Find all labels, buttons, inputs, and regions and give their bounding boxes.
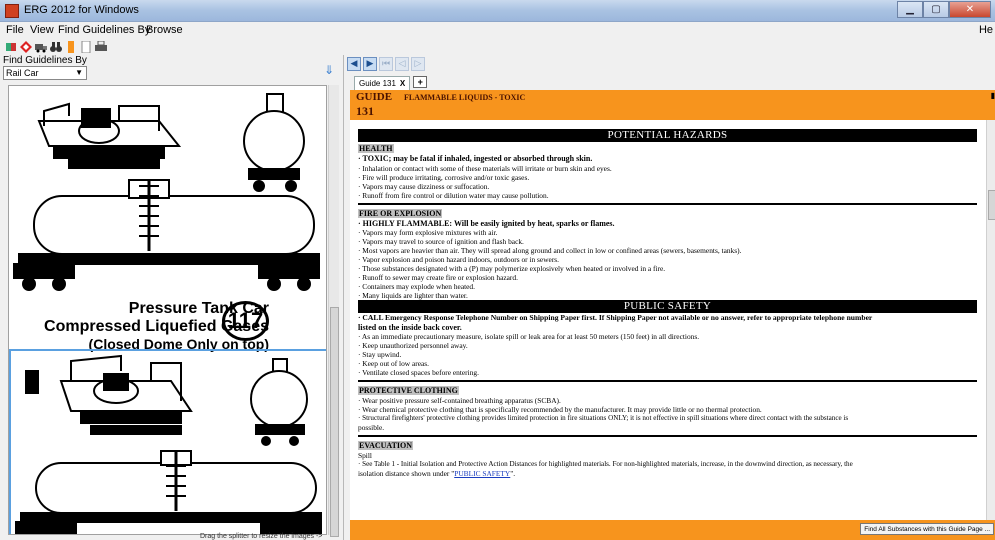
maximize-button[interactable]: ▢ [923,1,949,18]
book-icon[interactable] [5,41,17,53]
public-safety-line: · Stay upwind. [358,350,402,359]
guide-title: FLAMMABLE LIQUIDS - TOXIC [404,93,526,102]
menu-find-guidelines-by[interactable]: Find Guidelines By [58,24,150,36]
image-list-scrollbar[interactable] [328,85,339,537]
truck-icon[interactable] [35,41,47,53]
evacuation-spill-label: Spill [358,451,372,460]
guide-panel: ◀ ▶ ⏮ ◁ ▷ Guide 131 X + GUIDE FLAMMABLE L… [343,55,995,540]
public-safety-line: · As an immediate precautionary measure,… [358,332,700,341]
evacuation-heading: EVACUATION [358,441,414,450]
bookmark-icon[interactable] [65,41,77,53]
window-title: ERG 2012 for Windows [24,4,139,16]
evacuation-line: · See Table 1 - Initial Isolation and Pr… [358,460,853,468]
left-panel: Find Guidelines By Rail Car ▼ ⇓ Pressure… [0,55,340,540]
first-page-icon[interactable]: ⏮ [379,57,393,71]
tab-strip: Guide 131 X + [354,76,428,90]
app-icon [5,4,19,18]
protective-clothing-line: · Wear positive pressure self-contained … [358,396,561,405]
guide-content[interactable]: POTENTIAL HAZARDS HEALTH · TOXIC; may be… [350,120,986,520]
health-line: · Fire will produce irritating, corrosiv… [358,172,530,182]
public-safety-line: · Ventilate closed spaces before enterin… [358,368,479,377]
fire-explosion-heading: FIRE OR EXPLOSION [358,208,443,218]
section-divider [358,380,977,382]
health-warning: · TOXIC; may be fatal if inhaled, ingest… [358,154,593,163]
guide-footer: Find All Substances with this Guide Page… [350,520,995,540]
tab-close-icon[interactable]: X [400,79,405,88]
print-icon[interactable] [95,41,107,53]
fire-line: · Containers may explode when heated. [358,282,475,291]
fire-line: · Runoff to sewer may create fire or exp… [358,273,518,282]
minimize-button[interactable]: ▁ [897,1,923,18]
menu-help[interactable]: He [979,24,993,36]
fire-line: · Vapor explosion and poison hazard indo… [358,255,560,264]
previous-page-icon[interactable]: ◁ [395,57,409,71]
fire-line: · Most vapors are heavier than air. They… [358,246,742,255]
rail-car-image-pressure-tank[interactable]: Pressure Tank Car Compressed Liquefied G… [9,86,326,352]
placard-icon[interactable] [20,41,32,53]
tab-guide-131[interactable]: Guide 131 X [354,76,411,90]
health-heading: HEALTH [358,144,394,153]
page-icon[interactable] [80,41,92,53]
window-controls: ▁ ▢ ✕ [897,1,991,18]
find-guidelines-label: Find Guidelines By [3,55,87,66]
pressure-tank-car-drawing [13,93,320,291]
binoculars-icon[interactable] [50,41,62,53]
scrollbar-thumb[interactable] [330,307,339,537]
section-divider [358,435,977,437]
scrollbar-thumb[interactable] [988,190,995,220]
add-tab-button[interactable]: + [413,76,428,88]
guide-header: GUIDE FLAMMABLE LIQUIDS - TOXIC 131 ▮ [350,90,995,120]
protective-clothing-heading: PROTECTIVE CLOTHING [358,386,459,395]
evacuation-line: isolation distance shown under "PUBLIC S… [358,469,977,478]
toolbar [0,39,995,55]
public-safety-call: · CALL Emergency Response Telephone Numb… [358,313,873,322]
next-page-icon[interactable]: ▷ [411,57,425,71]
pin-icon[interactable]: ⇓ [324,63,334,77]
title-bar: ERG 2012 for Windows ▁ ▢ ✕ [0,0,995,22]
guide-menu-icon[interactable]: ▮ [991,91,995,100]
menu-browse[interactable]: Browse [146,24,183,36]
health-line: · Runoff from fire control or dilution w… [358,190,549,200]
guide-label: GUIDE [356,91,393,103]
guide-content-scrollbar[interactable] [986,120,995,520]
fire-line: · Vapors may travel to source of ignitio… [358,237,524,246]
fire-warning: · HIGHLY FLAMMABLE: Will be easily ignit… [358,218,615,228]
splitter-hint: Drag the splitter to resize the images -… [200,533,323,540]
fire-line: · Many liquids are lighter than water. [358,291,468,300]
back-arrow-icon[interactable]: ◀ [347,57,361,71]
find-guidelines-selected: Rail Car [6,68,39,78]
close-button[interactable]: ✕ [949,1,991,18]
public-safety-call-cont: listed on the inside back cover. [358,322,462,332]
potential-hazards-heading: POTENTIAL HAZARDS [358,129,977,142]
fire-line: · Vapors may form explosive mixtures wit… [358,228,498,237]
chevron-down-icon: ▼ [75,68,83,77]
menu-bar: File View Find Guidelines By Browse He [0,22,995,39]
public-safety-link[interactable]: PUBLIC SAFETY [454,469,510,478]
find-guidelines-dropdown[interactable]: Rail Car ▼ [3,66,87,80]
evacuation-line-suffix: ". [510,469,516,478]
menu-file[interactable]: File [6,24,24,36]
navigation-buttons: ◀ ▶ ⏮ ◁ ▷ [347,57,425,71]
public-safety-line: · Keep unauthorized personnel away. [358,341,468,350]
section-divider [358,202,977,205]
fire-line: · Those substances designated with a (P)… [358,264,666,273]
public-safety-heading: PUBLIC SAFETY [358,300,977,313]
tank-car-drawing [15,354,322,534]
health-line: · Vapors may cause dizziness or suffocat… [358,181,490,191]
rail-car-image-list[interactable]: Pressure Tank Car Compressed Liquefied G… [8,85,327,535]
evacuation-line-prefix: isolation distance shown under " [358,469,455,478]
find-all-substances-button[interactable]: Find All Substances with this Guide Page… [860,523,994,535]
tab-label: Guide 131 [359,79,396,88]
guide-number-badge[interactable]: 117 [222,301,269,341]
forward-arrow-icon[interactable]: ▶ [363,57,377,71]
guide-number: 131 [356,104,374,118]
rail-car-image-selected[interactable] [9,349,326,534]
health-line: · Inhalation or contact with some of the… [358,163,612,173]
menu-view[interactable]: View [30,24,54,36]
protective-clothing-line: · Structural firefighters' protective cl… [358,414,849,422]
public-safety-line: · Keep out of low areas. [358,359,430,368]
protective-clothing-line: possible. [358,423,385,432]
protective-clothing-line: · Wear chemical protective clothing that… [358,405,762,414]
